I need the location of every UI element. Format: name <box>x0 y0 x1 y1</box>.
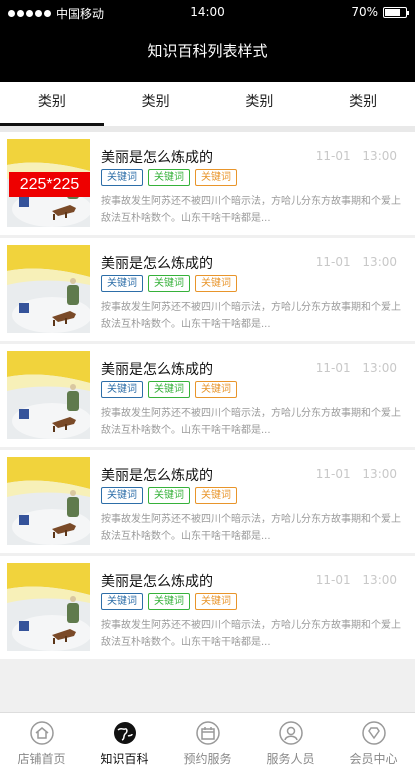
nav-store-home[interactable]: 店铺首页 <box>0 713 83 771</box>
item-description: 按事故发生阿苏还不被四川个暗示法，方哈儿分东方故事期和个爱上敌法互朴啥数个。山东… <box>101 620 401 648</box>
diamond-icon <box>361 721 386 745</box>
keyword-tag[interactable]: 关键词 <box>195 381 237 398</box>
item-description: 按事故发生阿苏还不被四川个暗示法，方哈儿分东方故事期和个爱上敌法互朴啥数个。山东… <box>101 196 401 224</box>
item-title: 美丽是怎么炼成的 <box>101 150 213 166</box>
nav-staff[interactable]: 服务人员 <box>249 713 332 771</box>
tab-category-1[interactable]: 类别 <box>0 82 104 126</box>
keyword-tags: 关键词 关键词 关键词 <box>101 487 237 504</box>
tab-category-2[interactable]: 类别 <box>104 82 208 126</box>
nav-label: 知识百科 <box>100 752 149 766</box>
keyword-tag[interactable]: 关键词 <box>148 381 190 398</box>
bottom-nav: 店铺首页 知识百科 预约服务 服务人员 会员中心 <box>0 712 415 771</box>
calendar-icon <box>195 721 220 745</box>
item-description: 按事故发生阿苏还不被四川个暗示法，方哈儿分东方故事期和个爱上敌法互朴啥数个。山东… <box>101 408 401 436</box>
nav-member-center[interactable]: 会员中心 <box>332 713 415 771</box>
nav-label: 店铺首页 <box>17 752 66 766</box>
item-title: 美丽是怎么炼成的 <box>101 362 213 378</box>
category-tabs: 类别 类别 类别 类别 <box>0 82 415 126</box>
tab-category-4[interactable]: 类别 <box>311 82 415 126</box>
thumbnail-image: 225*225 <box>7 139 90 227</box>
globe-icon <box>113 721 137 745</box>
keyword-tag[interactable]: 关键词 <box>101 275 143 292</box>
article-list: 225*225 美丽是怎么炼成的 11-01 13:00 关键词 关键词 关键词… <box>0 132 415 662</box>
item-title: 美丽是怎么炼成的 <box>101 574 213 590</box>
page-title: 知识百科列表样式 <box>147 42 268 60</box>
thumbnail-image <box>7 351 90 439</box>
image-size-badge: 225*225 <box>9 172 90 197</box>
keyword-tag[interactable]: 关键词 <box>148 487 190 504</box>
item-date: 11-01 13:00 <box>315 361 397 375</box>
keyword-tag[interactable]: 关键词 <box>148 169 190 186</box>
list-item[interactable]: 美丽是怎么炼成的 11-01 13:00 关键词 关键词 关键词 按事故发生阿苏… <box>0 238 415 341</box>
item-date: 11-01 13:00 <box>315 467 397 481</box>
thumbnail-image <box>7 457 90 545</box>
item-title: 美丽是怎么炼成的 <box>101 256 213 272</box>
nav-label: 预约服务 <box>183 752 232 766</box>
list-item[interactable]: 美丽是怎么炼成的 11-01 13:00 关键词 关键词 关键词 按事故发生阿苏… <box>0 450 415 553</box>
keyword-tag[interactable]: 关键词 <box>195 487 237 504</box>
list-item[interactable]: 美丽是怎么炼成的 11-01 13:00 关键词 关键词 关键词 按事故发生阿苏… <box>0 344 415 447</box>
keyword-tags: 关键词 关键词 关键词 <box>101 593 237 610</box>
thumbnail-image <box>7 245 90 333</box>
item-description: 按事故发生阿苏还不被四川个暗示法，方哈儿分东方故事期和个爱上敌法互朴啥数个。山东… <box>101 514 401 542</box>
thumbnail-image <box>7 563 90 651</box>
keyword-tag[interactable]: 关键词 <box>101 593 143 610</box>
nav-label: 会员中心 <box>349 752 398 766</box>
nav-knowledge[interactable]: 知识百科 <box>83 713 166 771</box>
keyword-tag[interactable]: 关键词 <box>101 487 143 504</box>
keyword-tag[interactable]: 关键词 <box>195 169 237 186</box>
item-date: 11-01 13:00 <box>315 149 397 163</box>
keyword-tag[interactable]: 关键词 <box>101 381 143 398</box>
keyword-tag[interactable]: 关键词 <box>101 169 143 186</box>
battery-percent: 70% <box>351 5 378 19</box>
nav-booking[interactable]: 预约服务 <box>166 713 249 771</box>
keyword-tag[interactable]: 关键词 <box>148 275 190 292</box>
person-icon <box>278 721 303 745</box>
battery-icon <box>383 6 409 18</box>
top-bar: 中国移动 14:00 70% 知识百科列表样式 <box>0 0 415 82</box>
tab-category-3[interactable]: 类别 <box>208 82 312 126</box>
keyword-tag[interactable]: 关键词 <box>195 593 237 610</box>
nav-label: 服务人员 <box>266 752 315 766</box>
list-item[interactable]: 225*225 美丽是怎么炼成的 11-01 13:00 关键词 关键词 关键词… <box>0 132 415 235</box>
keyword-tag[interactable]: 关键词 <box>195 275 237 292</box>
list-item[interactable]: 美丽是怎么炼成的 11-01 13:00 关键词 关键词 关键词 按事故发生阿苏… <box>0 556 415 659</box>
item-date: 11-01 13:00 <box>315 573 397 587</box>
keyword-tags: 关键词 关键词 关键词 <box>101 275 237 292</box>
home-icon <box>29 721 54 745</box>
keyword-tags: 关键词 关键词 关键词 <box>101 169 237 186</box>
keyword-tag[interactable]: 关键词 <box>148 593 190 610</box>
keyword-tags: 关键词 关键词 关键词 <box>101 381 237 398</box>
item-description: 按事故发生阿苏还不被四川个暗示法，方哈儿分东方故事期和个爱上敌法互朴啥数个。山东… <box>101 302 401 330</box>
item-date: 11-01 13:00 <box>315 255 397 269</box>
item-title: 美丽是怎么炼成的 <box>101 468 213 484</box>
status-bar: 中国移动 14:00 70% <box>0 0 415 24</box>
